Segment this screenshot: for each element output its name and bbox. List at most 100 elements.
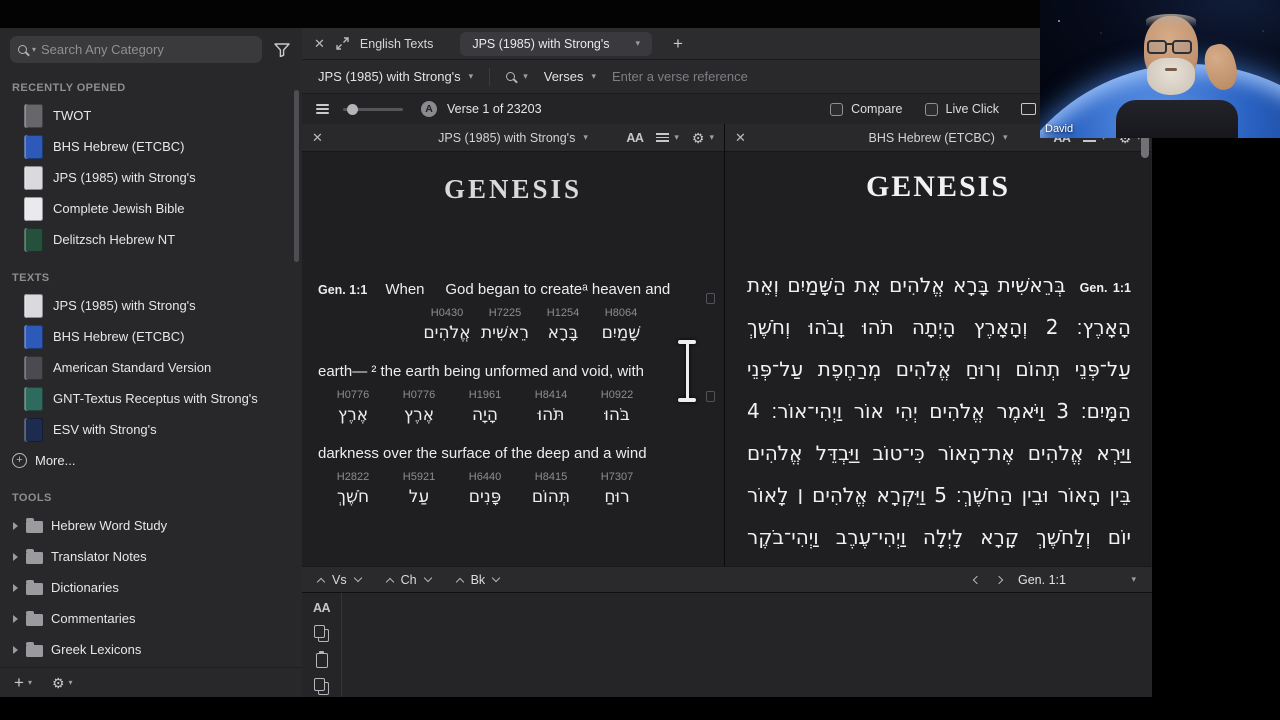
strongs-number[interactable]: H0922 <box>601 389 633 401</box>
strongs-number[interactable]: H2822 <box>337 471 369 483</box>
hebrew-line-4[interactable]: הַמָּיִם׃ 3 וַיֹּאמֶר אֱלֹהִים יְהִי אוֹ… <box>747 390 1131 432</box>
duplicate-icon[interactable] <box>314 678 329 695</box>
pane-title-dropdown-jps[interactable]: JPS (1985) with Strong's ▾ <box>438 131 588 145</box>
word-column[interactable]: H7307 רוּחַ <box>584 471 650 507</box>
word-column[interactable]: H2822 חֹשֶׁךְ <box>320 471 386 507</box>
text-size-slider[interactable] <box>343 103 403 115</box>
chevron-down-icon[interactable]: ▾ <box>674 133 679 142</box>
text-selector-dropdown[interactable]: JPS (1985) with Strong's ▾ <box>318 69 473 84</box>
english-line[interactable]: earth— ² the earth being unformed and vo… <box>318 363 708 380</box>
sidebar-item-bhs-text[interactable]: BHS Hebrew (ETCBC) <box>0 321 302 352</box>
verse-reference-label[interactable]: Gen. 1:1 <box>1080 281 1131 295</box>
strongs-number[interactable]: H1254 <box>547 307 579 319</box>
verse-reference-label[interactable]: Gen. 1:1 <box>318 283 367 297</box>
word-column[interactable]: H1961 הָיָה <box>452 389 518 425</box>
live-click-checkbox[interactable] <box>924 102 938 116</box>
add-tab-button[interactable]: + <box>673 35 683 52</box>
slider-knob[interactable] <box>347 103 358 115</box>
disclosure-triangle-icon[interactable] <box>13 552 18 561</box>
search-mode-button[interactable]: ▾ <box>506 72 528 81</box>
hebrew-lemma[interactable]: בֹּהוּ <box>604 405 630 425</box>
sidebar-settings-button[interactable]: ⚙ ▾ <box>52 676 73 690</box>
hebrew-lemma[interactable]: רוּחַ <box>604 487 629 507</box>
sidebar-add-button[interactable]: + ▾ <box>14 674 32 691</box>
hebrew-lemma[interactable]: הָיָה <box>472 405 498 425</box>
word-column[interactable]: H7225 רֵאשִׁית <box>476 307 534 343</box>
hebrew-lemma[interactable]: אֶרֶץ <box>338 405 368 425</box>
word-column[interactable]: H8064 שָׁמַיִם <box>592 307 650 343</box>
font-size-button[interactable]: AA <box>313 601 331 615</box>
step-down-icon[interactable] <box>491 573 501 583</box>
hebrew-lemma[interactable]: רֵאשִׁית <box>481 323 529 343</box>
hebrew-lemma[interactable]: פָּנִים <box>469 487 502 507</box>
category-search-input[interactable] <box>41 42 254 57</box>
sidebar-scrollbar[interactable] <box>294 90 299 262</box>
close-workspace-icon[interactable]: ✕ <box>314 37 325 50</box>
disclosure-triangle-icon[interactable] <box>13 645 18 654</box>
instant-details-icon[interactable] <box>1021 103 1036 115</box>
hebrew-text[interactable]: Gen. 1:1 בְּרֵאשִׁית בָּרָא אֱלֹהִים אֵת … <box>747 264 1131 558</box>
english-line[interactable]: darkness over the surface of the deep an… <box>318 445 708 462</box>
step-up-icon[interactable] <box>316 577 326 586</box>
compare-checkbox[interactable] <box>830 102 844 116</box>
verse-stepper[interactable]: Vs <box>316 573 362 587</box>
book-stepper[interactable]: Bk <box>455 573 501 587</box>
sidebar-item-asv[interactable]: American Standard Version <box>0 352 302 383</box>
sidebar-item-translator-notes[interactable]: Translator Notes <box>0 541 302 572</box>
pane-settings-gear-icon[interactable]: ⚙ <box>692 131 705 145</box>
strongs-number[interactable]: H6440 <box>469 471 501 483</box>
hebrew-lemma[interactable]: תֹּהוּ <box>538 405 565 425</box>
word-column[interactable]: H5921 עַל <box>386 471 452 507</box>
line-spacing-icon[interactable] <box>656 133 670 142</box>
strongs-number[interactable]: H0430 <box>431 307 463 319</box>
strongs-number[interactable]: H0776 <box>403 389 435 401</box>
strongs-number[interactable]: H8415 <box>535 471 567 483</box>
copy-icon[interactable] <box>314 625 329 642</box>
lower-pane[interactable]: AA <box>302 592 1152 697</box>
strongs-number[interactable]: H1961 <box>469 389 501 401</box>
sidebar-item-twot[interactable]: TWOT <box>0 100 302 131</box>
sidebar-item-commentaries[interactable]: Commentaries <box>0 603 302 634</box>
sidebar-item-greek-lexicons[interactable]: Greek Lexicons <box>0 634 302 665</box>
word-column[interactable]: H8414 תֹּהוּ <box>518 389 584 425</box>
strongs-number[interactable]: H8064 <box>605 307 637 319</box>
strongs-number[interactable]: H5921 <box>403 471 435 483</box>
hebrew-lemma[interactable]: עַל <box>409 487 429 507</box>
hebrew-lemma[interactable]: תְּהוֹם <box>532 487 570 507</box>
close-pane-icon[interactable]: ✕ <box>312 131 323 144</box>
font-size-button[interactable]: AA <box>626 131 644 145</box>
hebrew-line-7[interactable]: יוֹם וְלַחֹשֶׁךְ קָרָא לָיְלָה וַיְהִי־ע… <box>747 516 1131 558</box>
step-down-icon[interactable] <box>353 573 362 583</box>
close-pane-icon[interactable]: ✕ <box>735 131 746 144</box>
disclosure-triangle-icon[interactable] <box>13 614 18 623</box>
word-column[interactable]: H0776 אֶרֶץ <box>320 389 386 425</box>
sidebar-item-bhs-hebrew[interactable]: BHS Hebrew (ETCBC) <box>0 131 302 162</box>
sidebar-item-jps[interactable]: JPS (1985) with Strong's <box>0 162 302 193</box>
tab-jps-1985[interactable]: JPS (1985) with Strong's ▾ <box>460 31 653 56</box>
chapter-stepper[interactable]: Ch <box>385 573 432 587</box>
current-reference-dropdown[interactable]: Gen. 1:1 ▾ <box>1018 573 1136 587</box>
pane-content-jps[interactable]: GENESIS Gen. 1:1 When God began to create… <box>302 152 724 566</box>
word-column[interactable]: H0776 אֶרֶץ <box>386 389 452 425</box>
word-column[interactable]: H0922 בֹּהוּ <box>584 389 650 425</box>
step-down-icon[interactable] <box>423 573 432 583</box>
step-up-icon[interactable] <box>385 577 394 586</box>
chevron-down-icon[interactable]: ▾ <box>636 39 641 48</box>
sidebar-item-esv[interactable]: ESV with Strong's <box>0 414 302 445</box>
sidebar-item-jps-text[interactable]: JPS (1985) with Strong's <box>0 290 302 321</box>
step-up-icon[interactable] <box>455 577 464 586</box>
sidebar-item-complete-jewish-bible[interactable]: Complete Jewish Bible <box>0 193 302 224</box>
pane-title-dropdown-bhs[interactable]: BHS Hebrew (ETCBC) ▾ <box>869 131 1008 145</box>
strongs-number[interactable]: H7225 <box>489 307 521 319</box>
disclosure-triangle-icon[interactable] <box>13 521 18 530</box>
hebrew-line-5[interactable]: וַיַּרְא אֱלֹהִים אֶת־הָאוֹר כִּי־טוֹב ו… <box>747 432 1131 474</box>
word-column[interactable]: H0430 אֱלֹהִים <box>418 307 476 343</box>
filter-icon[interactable] <box>274 42 290 57</box>
hebrew-line-1[interactable]: Gen. 1:1 בְּרֵאשִׁית בָּרָא אֱלֹהִים אֵת … <box>747 264 1131 306</box>
hebrew-line-3[interactable]: עַל־פְּנֵי תְהוֹם וְרוּחַ אֱלֹהִים מְרַח… <box>747 348 1131 390</box>
hebrew-lemma[interactable]: אֶרֶץ <box>404 405 434 425</box>
view-options-icon[interactable] <box>316 104 329 114</box>
word-column[interactable]: H1254 בָּרָא <box>534 307 592 343</box>
disclosure-triangle-icon[interactable] <box>13 583 18 592</box>
sidebar-more-button[interactable]: + More... <box>0 445 302 475</box>
